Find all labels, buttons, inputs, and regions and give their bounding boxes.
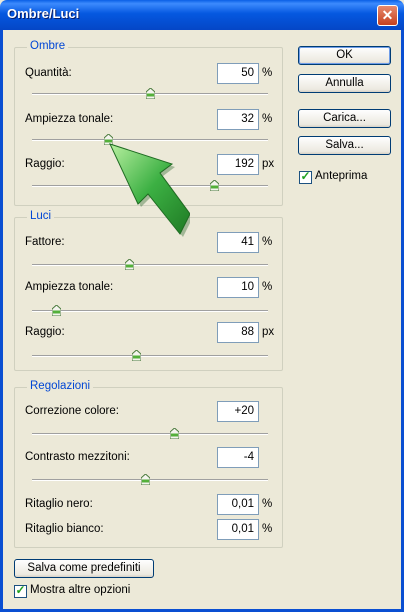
contrasto-input[interactable]: -4 (217, 447, 259, 468)
dialog-body: Ombre Quantità: 50 % Ampiezza tonale: 32… (0, 30, 404, 612)
correzione-input[interactable]: +20 (217, 401, 259, 422)
ombre-raggio-input[interactable]: 192 (217, 154, 259, 175)
luci-raggio-label: Raggio: (25, 326, 65, 338)
mostra-opzioni-label[interactable]: Mostra altre opzioni (30, 584, 130, 596)
contrasto-label: Contrasto mezzitoni: (25, 451, 130, 463)
title-bar: Ombre/Luci ✕ (0, 0, 404, 30)
luci-group: Luci Fattore: 41 % Ampiezza tonale: 10 %… (14, 210, 283, 371)
window-title: Ombre/Luci (7, 6, 80, 21)
anteprima-label[interactable]: Anteprima (315, 170, 367, 182)
mostra-opzioni-checkbox[interactable]: ✓ (14, 583, 27, 598)
checkmark-icon: ✓ (15, 583, 26, 597)
ombre-raggio-label: Raggio: (25, 158, 65, 170)
regolazioni-legend: Regolazioni (27, 380, 94, 392)
luci-raggio-slider[interactable] (32, 350, 268, 361)
ombre-ampiezza-slider[interactable] (32, 134, 268, 145)
close-button[interactable]: ✕ (377, 5, 398, 26)
slider-thumb-icon[interactable] (124, 259, 134, 270)
anteprima-checkbox[interactable]: ✓ (299, 169, 312, 184)
luci-legend: Luci (27, 210, 55, 222)
luci-raggio-input[interactable]: 88 (217, 322, 259, 343)
luci-ampiezza-input[interactable]: 10 (217, 277, 259, 298)
slider-thumb-icon[interactable] (141, 474, 151, 485)
ritaglio-bianco-unit: % (262, 523, 273, 535)
luci-raggio-unit: px (262, 326, 275, 338)
ombre-raggio-unit: px (262, 158, 275, 170)
fattore-label: Fattore: (25, 236, 65, 248)
ombre-legend: Ombre (27, 40, 69, 52)
luci-ampiezza-label: Ampiezza tonale: (25, 281, 114, 293)
quantita-label: Quantità: (25, 67, 72, 79)
regolazioni-group: Regolazioni Correzione colore: +20 Contr… (14, 380, 283, 548)
ritaglio-nero-unit: % (262, 498, 273, 510)
quantita-slider[interactable] (32, 88, 268, 99)
carica-button[interactable]: Carica... (298, 109, 391, 128)
annulla-button[interactable]: Annulla (298, 74, 391, 93)
slider-thumb-icon[interactable] (131, 350, 141, 361)
ritaglio-nero-label: Ritaglio nero: (25, 498, 93, 510)
checkmark-icon: ✓ (300, 169, 311, 183)
ritaglio-bianco-label: Ritaglio bianco: (25, 523, 104, 535)
quantita-unit: % (262, 67, 273, 79)
contrasto-slider[interactable] (32, 474, 268, 485)
salva-predefiniti-button[interactable]: Salva come predefiniti (14, 559, 154, 578)
ombre-ampiezza-input[interactable]: 32 (217, 109, 259, 130)
green-arrow-icon (109, 143, 190, 237)
luci-ampiezza-unit: % (262, 281, 273, 293)
luci-ampiezza-slider[interactable] (32, 305, 268, 316)
close-icon: ✕ (381, 7, 394, 23)
slider-thumb-icon[interactable] (169, 428, 179, 439)
salva-button[interactable]: Salva... (298, 136, 391, 155)
ombre-ampiezza-unit: % (262, 113, 273, 125)
fattore-input[interactable]: 41 (217, 232, 259, 253)
correzione-slider[interactable] (32, 428, 268, 439)
ok-button[interactable]: OK (298, 46, 391, 65)
slider-thumb-icon[interactable] (51, 305, 61, 316)
fattore-unit: % (262, 236, 273, 248)
ritaglio-bianco-input[interactable]: 0,01 (217, 519, 259, 540)
slider-thumb-icon[interactable] (146, 88, 155, 99)
correzione-label: Correzione colore: (25, 405, 119, 417)
quantita-input[interactable]: 50 (217, 63, 259, 84)
slider-thumb-icon[interactable] (209, 180, 219, 191)
ritaglio-nero-input[interactable]: 0,01 (217, 494, 259, 515)
ombre-ampiezza-label: Ampiezza tonale: (25, 113, 114, 125)
fattore-slider[interactable] (32, 259, 268, 270)
